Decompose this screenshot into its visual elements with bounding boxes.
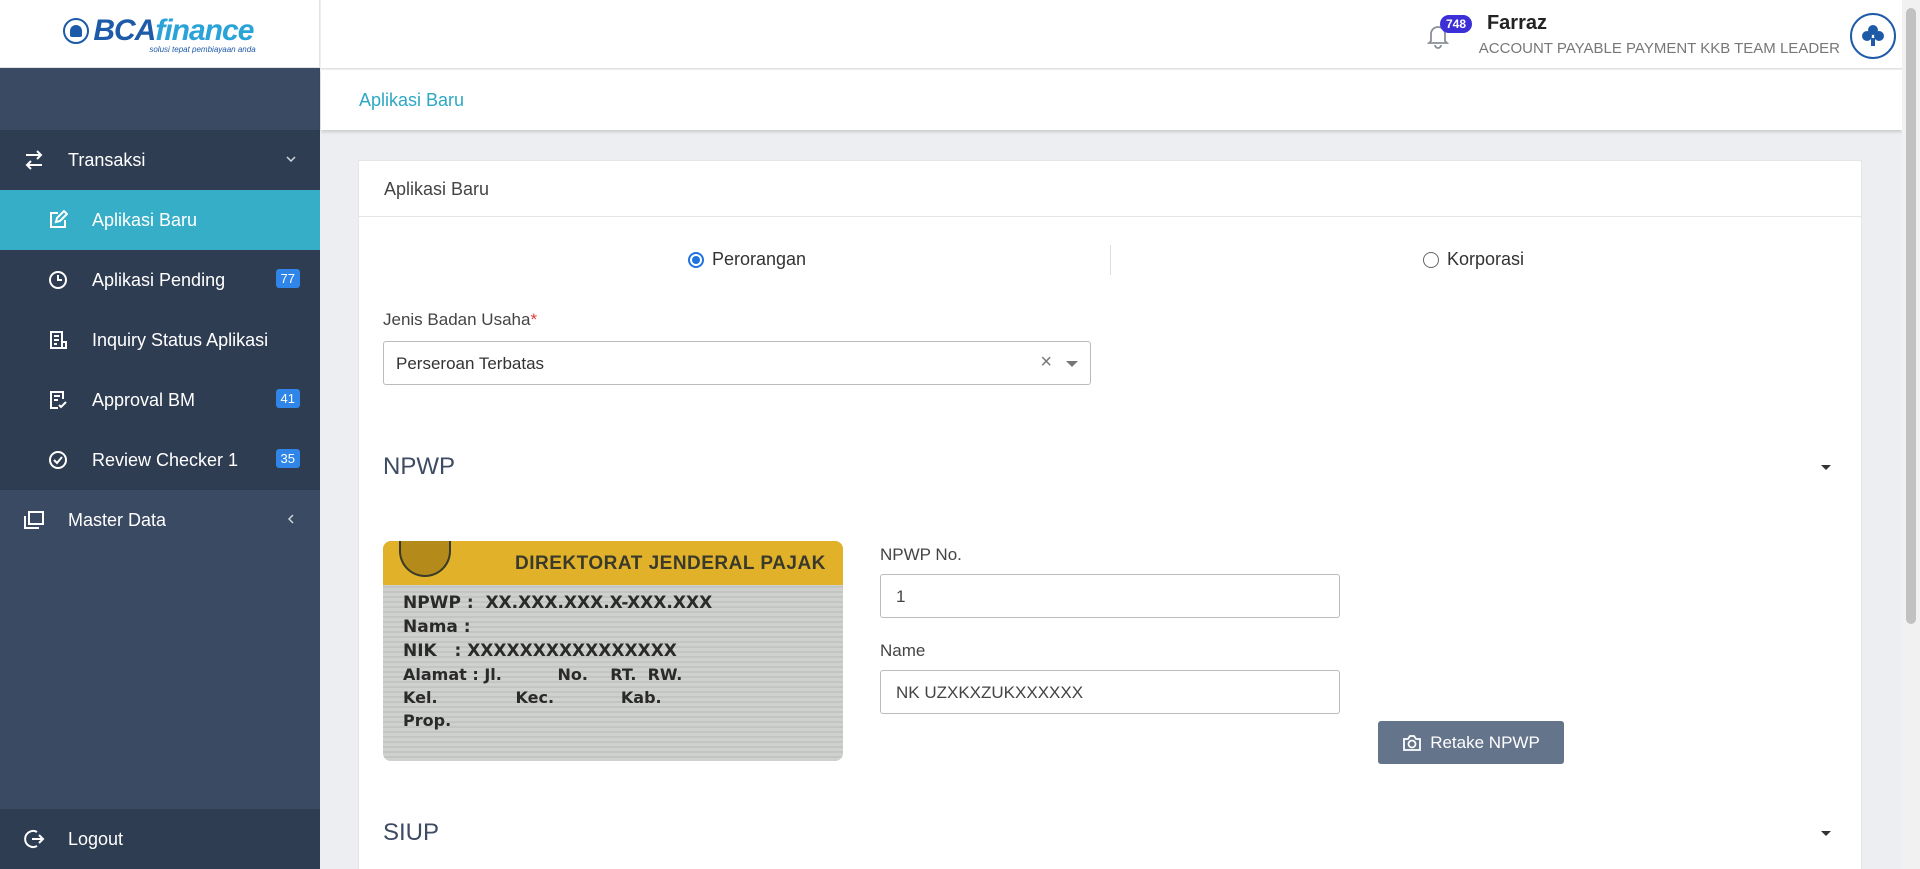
- edit-check-icon: [46, 388, 70, 412]
- sidebar-item-aplikasi-pending[interactable]: Aplikasi Pending 77: [0, 250, 320, 310]
- field-label-text: Jenis Badan Usaha: [383, 310, 531, 329]
- radio-korporasi[interactable]: Korporasi: [1423, 249, 1524, 270]
- count-badge: 35: [275, 449, 300, 468]
- user-name: Farraz: [1486, 12, 1547, 34]
- brand-tagline: solusi tepat pembiayaan anda: [149, 44, 256, 54]
- sidebar-item-label: Aplikasi Pending: [92, 269, 226, 290]
- brand-seal-icon: [63, 17, 90, 44]
- sidebar-item-label: Aplikasi Baru: [92, 209, 198, 230]
- npwp-image-line: Alamat : Jl. No. RT. RW.: [403, 665, 683, 684]
- copy-icon: [22, 508, 46, 532]
- npwp-image-line: NIK : XXXXXXXXXXXXXXXX: [403, 641, 677, 661]
- divider: [1110, 245, 1111, 275]
- sidebar-item-label: Inquiry Status Aplikasi: [92, 329, 269, 350]
- caret-down-icon[interactable]: [1821, 465, 1831, 470]
- sidebar-item-review-checker[interactable]: Review Checker 1 35: [0, 430, 320, 490]
- jenis-badan-usaha-label: Jenis Badan Usaha*: [383, 310, 537, 330]
- clock-icon: [46, 268, 70, 292]
- caret-down-icon[interactable]: [1821, 831, 1831, 836]
- applicant-type-group: Perorangan Korporasi: [359, 245, 1863, 275]
- section-title-npwp[interactable]: NPWP: [383, 453, 455, 481]
- check-circle-icon: [46, 448, 70, 472]
- radio-indicator: [1423, 251, 1439, 268]
- sidebar-item-master-data[interactable]: Master Data: [0, 490, 320, 550]
- retake-npwp-button[interactable]: Retake NPWP: [1378, 721, 1564, 764]
- emblem-icon: [399, 541, 451, 577]
- sidebar-item-label: Review Checker 1: [92, 449, 239, 470]
- brand-name-part2: finance: [155, 13, 254, 47]
- sidebar-item-label: Approval BM: [92, 389, 196, 410]
- brand-name-part1: BCA: [93, 13, 156, 47]
- application-card: Aplikasi Baru Perorangan Korporasi Jenis…: [358, 160, 1862, 869]
- count-badge: 77: [275, 269, 300, 288]
- logo-area: BCAfinance solusi tepat pembiayaan anda: [0, 0, 320, 68]
- scrollbar-thumb[interactable]: [1906, 8, 1916, 624]
- edit-icon: [46, 208, 70, 232]
- camera-icon: [1402, 734, 1422, 752]
- caret-down-icon[interactable]: [1066, 361, 1078, 367]
- required-mark: *: [530, 310, 538, 329]
- npwp-image-header: DIREKTORAT JENDERAL PAJAK: [515, 553, 826, 574]
- npwp-card-image: DIREKTORAT JENDERAL PAJAK NPWP : XX.XXX.…: [383, 541, 843, 761]
- breadcrumb-current[interactable]: Aplikasi Baru: [359, 90, 464, 111]
- sidebar-item-logout[interactable]: Logout: [0, 809, 320, 869]
- sidebar-item-transaksi[interactable]: Transaksi: [0, 130, 320, 190]
- sidebar-item-label: Logout: [68, 828, 124, 849]
- npwp-no-label: NPWP No.: [880, 545, 962, 564]
- sidebar-item-approval-bm[interactable]: Approval BM 41: [0, 370, 320, 430]
- sidebar: BCAfinance solusi tepat pembiayaan anda …: [0, 0, 320, 869]
- npwp-no-input[interactable]: 1: [880, 574, 1340, 618]
- name-input[interactable]: NK UZXKXZUKXXXXXX: [880, 670, 1340, 714]
- breadcrumb: Aplikasi Baru: [321, 70, 1902, 130]
- notification-badge: 748: [1439, 15, 1472, 33]
- menu-group-transaksi: Transaksi Aplikasi Baru Aplikasi Pending…: [0, 130, 320, 490]
- radio-perorangan[interactable]: Perorangan: [688, 249, 806, 270]
- sidebar-item-inquiry-status[interactable]: Inquiry Status Aplikasi: [0, 310, 320, 370]
- count-badge: 41: [275, 389, 300, 408]
- document-list-icon: [46, 328, 70, 352]
- exchange-icon: [22, 148, 46, 172]
- jenis-badan-usaha-select[interactable]: Perseroan Terbatas ×: [383, 341, 1091, 385]
- brand-logo[interactable]: BCAfinance solusi tepat pembiayaan anda: [63, 13, 256, 54]
- clear-icon[interactable]: ×: [1040, 351, 1052, 374]
- npwp-image-line: Kel. Kec. Kab.: [403, 688, 662, 707]
- button-label: Retake NPWP: [1430, 732, 1540, 752]
- sidebar-item-aplikasi-baru[interactable]: Aplikasi Baru: [0, 190, 320, 250]
- name-label: Name: [880, 641, 926, 660]
- sidebar-item-label: Transaksi: [68, 149, 146, 170]
- page-scrollbar[interactable]: [1902, 0, 1920, 869]
- npwp-image-line: Nama :: [403, 617, 471, 637]
- radio-label: Korporasi: [1447, 249, 1525, 269]
- select-value: Perseroan Terbatas: [396, 354, 545, 373]
- chevron-down-icon: [282, 150, 300, 168]
- card-title: Aplikasi Baru: [359, 161, 1861, 217]
- avatar[interactable]: [1850, 13, 1896, 59]
- user-role: ACCOUNT PAYABLE PAYMENT KKB TEAM LEADER: [1478, 40, 1840, 57]
- radio-indicator: [688, 251, 704, 268]
- npwp-image-line: Prop.: [403, 711, 452, 730]
- sidebar-item-label: Master Data: [68, 509, 167, 530]
- top-header: 748 Farraz ACCOUNT PAYABLE PAYMENT KKB T…: [321, 0, 1902, 69]
- radio-label: Perorangan: [712, 249, 807, 269]
- logout-icon: [22, 827, 46, 851]
- npwp-image-line: NPWP : XX.XXX.XXX.X-XXX.XXX: [403, 593, 713, 613]
- chevron-left-icon: [282, 510, 300, 528]
- section-title-siup[interactable]: SIUP: [383, 819, 439, 847]
